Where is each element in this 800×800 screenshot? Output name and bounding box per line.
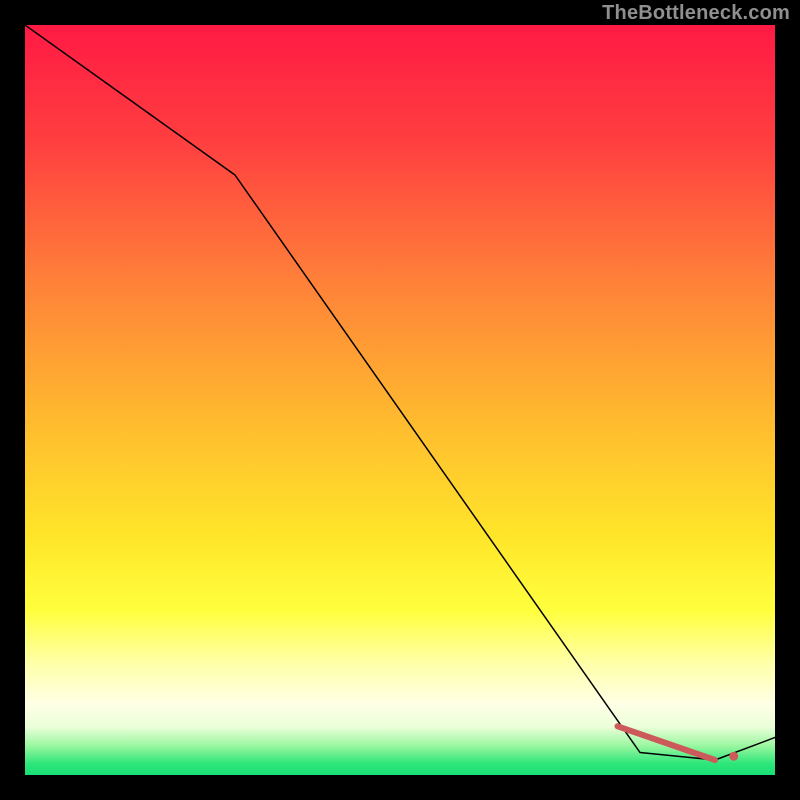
series-curve [25, 25, 775, 760]
chart-stage: TheBottleneck.com [0, 0, 800, 800]
attribution-text: TheBottleneck.com [602, 2, 790, 25]
plot-area [25, 25, 775, 775]
line-layer [25, 25, 775, 775]
marker-highlight-dot [729, 752, 738, 761]
